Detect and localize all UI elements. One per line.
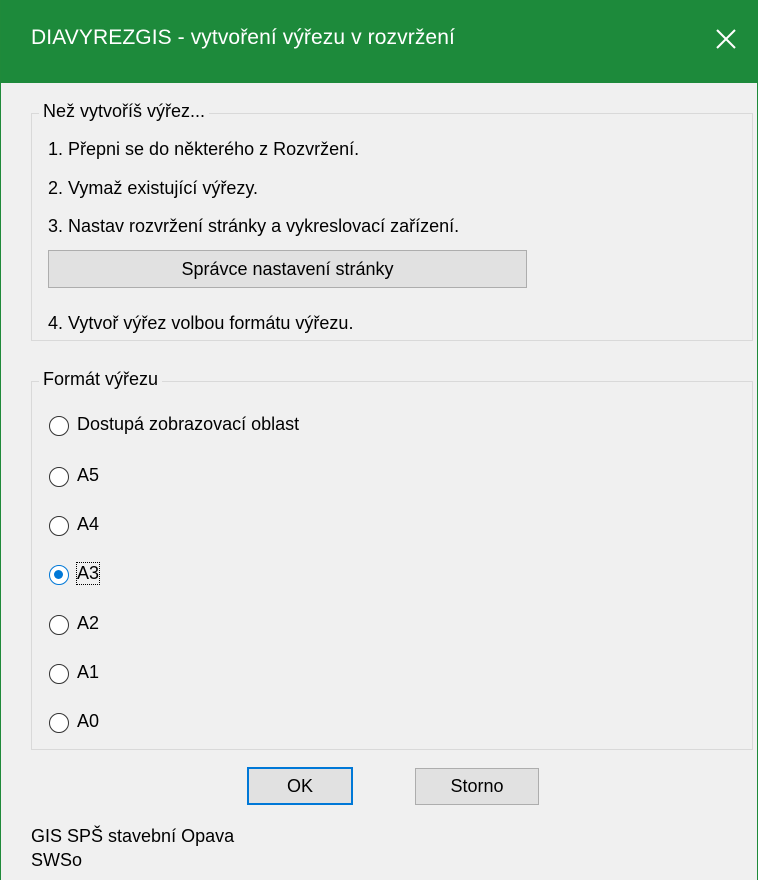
instruction-step-1: 1. Přepni se do některého z Rozvržení. [48,139,360,159]
radio-button[interactable] [49,664,69,684]
ok-button[interactable]: OK [247,767,353,805]
dialog-window: DIAVYREZGIS - vytvoření výřezu v rozvrže… [0,0,758,880]
close-icon [716,29,736,49]
radio-button[interactable] [49,467,69,487]
close-button[interactable] [699,0,758,83]
radio-label: A3 [75,562,101,585]
instruction-step-4: 4. Vytvoř výřez volbou formátu výřezu. [48,313,354,333]
radio-button-selected[interactable] [49,565,69,585]
title-bar[interactable]: DIAVYREZGIS - vytvoření výřezu v rozvrže… [1,0,758,83]
radio-label: A2 [77,613,100,633]
footer-author: SWSo [31,850,83,870]
page-setup-manager-button[interactable]: Správce nastavení stránky [48,250,527,288]
radio-button[interactable] [49,615,69,635]
radio-button[interactable] [49,713,69,733]
radio-label: A1 [77,662,100,682]
cancel-button[interactable]: Storno [415,768,539,805]
radio-label: A5 [77,465,100,485]
footer-organization: GIS SPŠ stavební Opava [31,826,235,846]
radio-label: Dostupá zobrazovací oblast [77,414,300,434]
instructions-legend: Než vytvoříš výřez... [39,101,210,122]
radio-button[interactable] [49,416,69,436]
format-legend: Formát výřezu [39,369,163,390]
radio-label: A0 [77,711,100,731]
radio-label: A4 [77,514,100,534]
radio-button[interactable] [49,516,69,536]
instruction-step-2: 2. Vymaž existující výřezy. [48,178,259,198]
instruction-step-3: 3. Nastav rozvržení stránky a vykreslova… [48,216,460,236]
window-title: DIAVYREZGIS - vytvoření výřezu v rozvrže… [31,26,455,49]
format-group [31,381,753,750]
